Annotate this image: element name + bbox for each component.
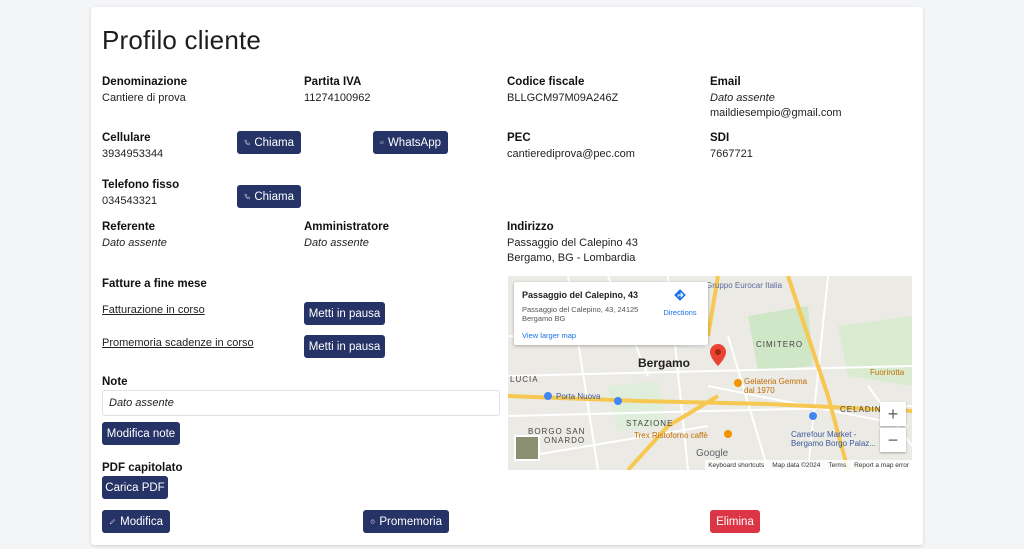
modifica-button[interactable]: Modifica	[102, 510, 170, 533]
call-button-label: Chiama	[254, 136, 294, 149]
zoom-in-button[interactable]: +	[880, 402, 906, 426]
telefono-fisso-label: Telefono fisso	[102, 179, 180, 191]
info-title: Passaggio del Calepino, 43	[522, 290, 639, 300]
amministratore-value: Dato assente	[304, 237, 369, 249]
report-error-link[interactable]: Report a map error	[854, 462, 909, 469]
denominazione-label: Denominazione	[102, 76, 187, 88]
address-map[interactable]: Gruppo Eurocar Italia CIMITERO Bergamo G…	[508, 276, 912, 470]
map-label-city: Bergamo	[638, 356, 691, 370]
note-label: Note	[102, 376, 128, 388]
terms-link[interactable]: Terms	[828, 462, 846, 469]
map-label-fuorirotta: Fuorirotta	[870, 368, 905, 377]
cellulare-value: 3934953344	[102, 148, 164, 160]
partita-iva-value: 11274100962	[304, 92, 371, 104]
pec-label: PEC	[507, 132, 531, 144]
phone-icon	[244, 139, 250, 146]
map-label-carrefour: Carrefour Market -	[791, 430, 857, 439]
map-info-window: Passaggio del Calepino, 43 Passaggio del…	[514, 282, 708, 345]
sdi-label: SDI	[710, 132, 730, 144]
map-data-text: Map data ©2024	[772, 461, 821, 469]
whatsapp-button-label: WhatsApp	[387, 136, 441, 149]
pec-value: cantierediprova@pec.com	[507, 148, 635, 160]
map-label-celadin: CELADIN	[840, 405, 882, 414]
denominazione-value: Cantiere di prova	[102, 92, 186, 104]
telefono-fisso-value: 034543321	[102, 195, 158, 207]
map-label-carrefour2: Bergamo Borgo Palaz...	[791, 439, 876, 448]
clock-icon	[370, 519, 375, 524]
codice-fiscale-label: Codice fiscale	[507, 76, 585, 88]
indirizzo-line1: Passaggio del Calepino 43	[507, 237, 638, 249]
pause-fatturazione-button[interactable]: Metti in pausa	[304, 302, 385, 325]
referente-value: Dato assente	[102, 237, 167, 249]
indirizzo-label: Indirizzo	[507, 221, 554, 233]
fatturazione-link[interactable]: Fatturazione in corso	[102, 304, 205, 316]
pencil-icon	[109, 519, 116, 525]
cellulare-label: Cellulare	[102, 132, 151, 144]
map-label-gelateria2: dal 1970	[744, 386, 775, 395]
directions-icon	[674, 289, 686, 301]
info-address-line1: Passaggio del Calepino, 43, 24125	[522, 305, 639, 314]
map-type-thumbnail[interactable]	[514, 435, 540, 461]
pdf-label: PDF capitolato	[102, 462, 183, 474]
map-footer: Keyboard shortcuts Map data ©2024 Terms …	[705, 460, 912, 470]
map-label-gelateria: Gelateria Gemma	[744, 377, 808, 386]
zoom-out-button[interactable]: −	[880, 428, 906, 452]
partita-iva-label: Partita IVA	[304, 76, 362, 88]
fatture-label: Fatture a fine mese	[102, 278, 207, 290]
promemoria-button[interactable]: Promemoria	[363, 510, 449, 533]
note-box: Dato assente	[102, 390, 500, 416]
google-logo: Google	[696, 448, 729, 459]
client-profile-card: Profilo cliente Denominazione Cantiere d…	[91, 7, 923, 545]
amministratore-label: Amministratore	[304, 221, 389, 233]
page-title: Profilo cliente	[102, 25, 262, 55]
map-label-gruppo: Gruppo Eurocar Italia	[706, 281, 783, 290]
email-value: maildiesempio@gmail.com	[710, 107, 842, 119]
directions-button[interactable]: Directions	[660, 288, 700, 317]
directions-label: Directions	[663, 308, 697, 317]
map-label-trex: Trex Ristoforno caffè	[634, 431, 708, 440]
whatsapp-icon	[380, 140, 384, 145]
modifica-button-label: Modifica	[120, 515, 163, 528]
sdi-value: 7667721	[710, 148, 753, 160]
map-label-lucia: LUCIA	[510, 375, 539, 384]
call-cellulare-button[interactable]: Chiama	[237, 131, 301, 154]
referente-label: Referente	[102, 221, 156, 233]
map-label-stazione: STAZIONE	[626, 419, 674, 428]
map-label-onardo: ONARDO	[544, 436, 586, 445]
whatsapp-button[interactable]: WhatsApp	[373, 131, 448, 154]
pause-promemoria-button[interactable]: Metti in pausa	[304, 335, 385, 358]
call-button-label: Chiama	[254, 190, 294, 203]
phone-icon	[244, 193, 250, 200]
view-larger-map-link[interactable]: View larger map	[522, 331, 576, 340]
email-missing-value: Dato assente	[710, 92, 775, 104]
carica-pdf-button[interactable]: Carica PDF	[102, 476, 168, 499]
call-telefono-fisso-button[interactable]: Chiama	[237, 185, 301, 208]
map-label-cimitero: CIMITERO	[756, 340, 804, 349]
promemoria-button-label: Promemoria	[379, 515, 442, 528]
info-address-line2: Bergamo BG	[522, 314, 566, 323]
indirizzo-line2: Bergamo, BG - Lombardia	[507, 252, 636, 264]
modifica-note-button[interactable]: Modifica note	[102, 422, 180, 445]
keyboard-shortcuts-link[interactable]: Keyboard shortcuts	[708, 462, 764, 469]
elimina-button[interactable]: Elimina	[710, 510, 760, 533]
email-label: Email	[710, 76, 741, 88]
codice-fiscale-value: BLLGCM97M09A246Z	[507, 92, 619, 104]
promemoria-scadenze-link[interactable]: Promemoria scadenze in corso	[102, 337, 254, 349]
map-label-portanuova: Porta Nuova	[556, 392, 601, 401]
